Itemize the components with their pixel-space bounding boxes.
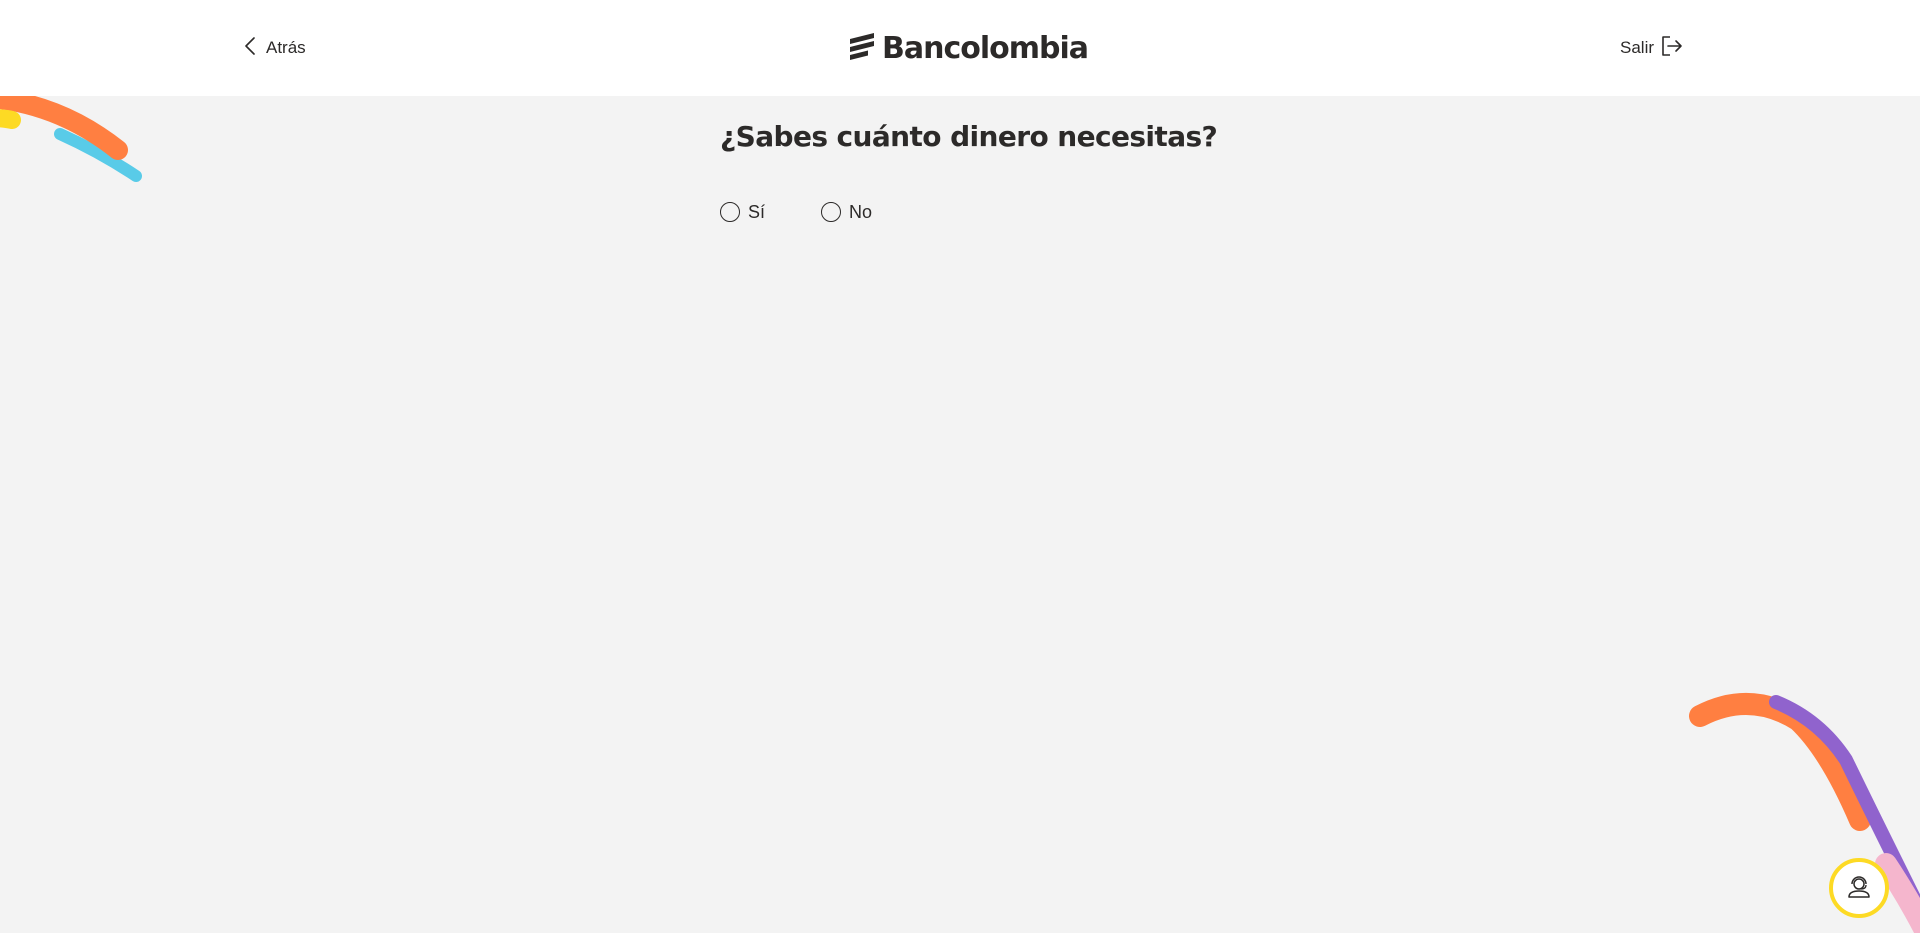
question-title: ¿Sabes cuánto dinero necesitas? — [720, 120, 1218, 153]
logo-text: Bancolombia — [882, 30, 1089, 66]
radio-option-no[interactable]: No — [821, 202, 872, 223]
radio-button-si[interactable] — [720, 202, 740, 222]
back-link[interactable]: Atrás — [244, 36, 306, 60]
radio-button-no[interactable] — [821, 202, 842, 222]
chevron-left-icon — [244, 36, 256, 61]
exit-label: Salir — [1620, 38, 1655, 57]
exit-icon — [1660, 35, 1684, 62]
top-header: Atrás Bancolombia Salir — [0, 0, 1920, 96]
radio-label-si: Sí — [748, 201, 766, 222]
bancolombia-logo: Bancolombia — [848, 30, 1089, 66]
back-label: Atrás — [266, 38, 306, 57]
help-chat-button[interactable] — [1829, 858, 1889, 918]
radio-group: Sí No — [720, 199, 872, 225]
radio-option-si[interactable]: Sí — [720, 202, 765, 223]
headset-agent-icon — [1845, 872, 1873, 905]
decorative-curves-top-left — [0, 90, 142, 182]
bancolombia-logo-icon — [848, 31, 876, 66]
radio-label-no: No — [849, 201, 873, 222]
exit-link[interactable]: Salir — [1620, 35, 1684, 62]
